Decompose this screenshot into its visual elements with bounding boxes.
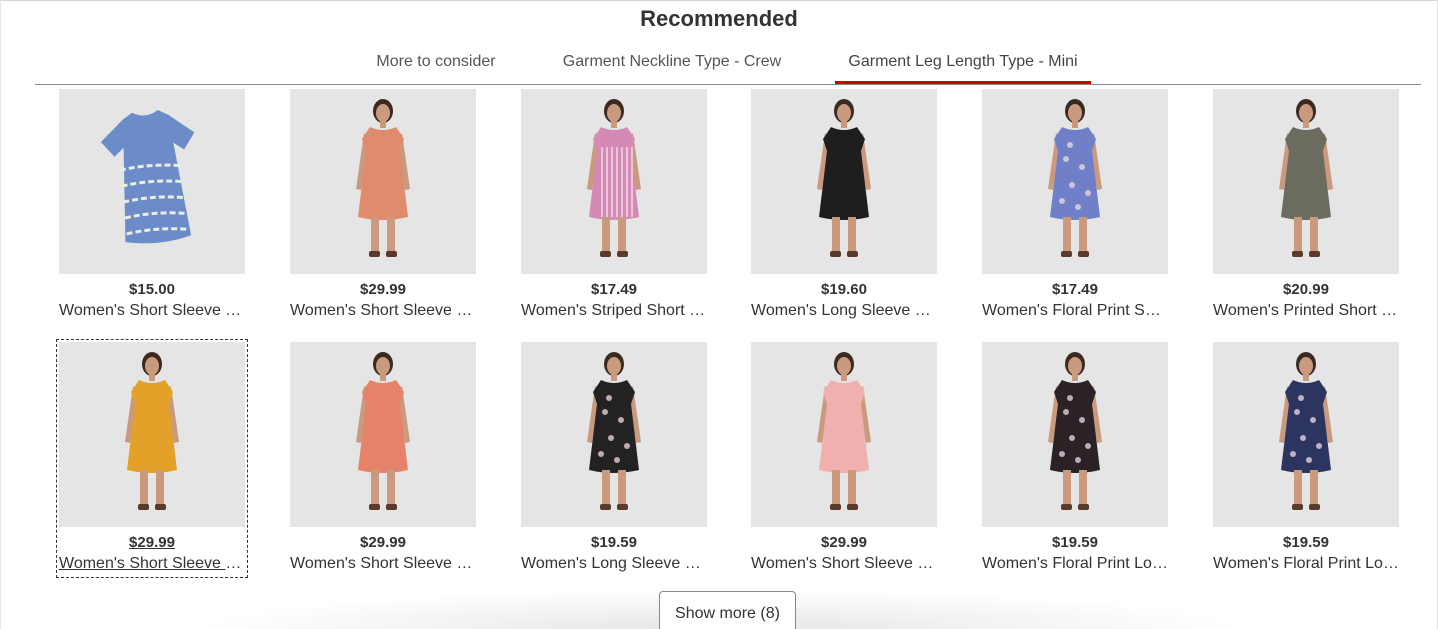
product-title-link[interactable]: Women's Short Sleeve Dress [290, 302, 476, 320]
model-figure [817, 352, 871, 510]
product-title-link[interactable]: Women's Long Sleeve Dress [521, 555, 707, 573]
product-price: $19.60 [821, 281, 867, 298]
product-card[interactable]: $19.59 Women's Long Sleeve Dress [521, 342, 707, 574]
tab-leg-length-mini[interactable]: Garment Leg Length Type - Mini [835, 46, 1091, 84]
model-figure [587, 99, 641, 257]
product-card[interactable]: $29.99 Women's Short Sleeve Dress [56, 339, 248, 578]
model-figure [1048, 352, 1102, 510]
model-figure [1048, 99, 1102, 257]
product-card[interactable]: $17.49 Women's Floral Print Short Sleeve … [982, 89, 1168, 321]
product-price: $17.49 [591, 281, 637, 298]
product-price: $29.99 [129, 534, 175, 551]
product-image[interactable] [290, 89, 476, 274]
product-card[interactable]: $19.60 Women's Long Sleeve Dress [751, 89, 937, 321]
product-title-link[interactable]: Women's Short Sleeve T-Shirt Dress [59, 302, 245, 320]
product-image[interactable] [751, 342, 937, 527]
model-figure [356, 352, 410, 510]
product-title-link[interactable]: Women's Striped Short Sleeve Dress [521, 302, 707, 320]
product-price: $17.49 [1052, 281, 1098, 298]
product-image[interactable] [59, 89, 245, 274]
product-card[interactable]: $15.00 Women's Short Sleeve T-Shirt Dress [59, 89, 245, 321]
model-figure [587, 352, 641, 510]
product-card[interactable]: $19.59 Women's Floral Print Long Sleeve D… [982, 342, 1168, 574]
product-card[interactable]: $29.99 Women's Short Sleeve Dress [290, 89, 476, 321]
model-figure [356, 99, 410, 257]
product-price: $29.99 [360, 534, 406, 551]
product-image[interactable] [59, 342, 245, 527]
product-title-link[interactable]: Women's Floral Print Short Sleeve Dress [982, 302, 1168, 320]
product-price: $15.00 [129, 281, 175, 298]
product-title-link[interactable]: Women's Short Sleeve Dress [59, 555, 245, 573]
product-price: $19.59 [591, 534, 637, 551]
model-figure [817, 99, 871, 257]
product-price: $29.99 [821, 534, 867, 551]
product-card[interactable]: $19.59 Women's Floral Print Long Sleeve D… [1213, 342, 1399, 574]
product-title-link[interactable]: Women's Floral Print Long Sleeve Dress [1213, 555, 1399, 573]
product-price: $20.99 [1283, 281, 1329, 298]
product-image[interactable] [1213, 89, 1399, 274]
product-price: $19.59 [1052, 534, 1098, 551]
product-card[interactable]: $20.99 Women's Printed Short Sleeve Dress [1213, 89, 1399, 321]
product-image[interactable] [982, 89, 1168, 274]
section-title: Recommended [640, 6, 798, 31]
product-title-link[interactable]: Women's Printed Short Sleeve Dress [1213, 302, 1399, 320]
product-image[interactable] [521, 342, 707, 527]
product-title-link[interactable]: Women's Long Sleeve Dress [751, 302, 937, 320]
product-title-link[interactable]: Women's Short Sleeve Dress [751, 555, 937, 573]
model-figure [1279, 352, 1333, 510]
show-more-button[interactable]: Show more (8) [659, 591, 796, 629]
product-image[interactable] [290, 342, 476, 527]
product-title-link[interactable]: Women's Floral Print Long Sleeve Dress [982, 555, 1168, 573]
product-price: $19.59 [1283, 534, 1329, 551]
tab-more-to-consider[interactable]: More to consider [365, 46, 507, 84]
recommendation-tabs: More to consider Garment Neckline Type -… [35, 46, 1421, 85]
product-image[interactable] [1213, 342, 1399, 527]
product-card[interactable]: $29.99 Women's Short Sleeve Dress [751, 342, 937, 574]
product-price: $29.99 [360, 281, 406, 298]
product-image[interactable] [751, 89, 937, 274]
model-figure [1279, 99, 1333, 257]
dress-flatlay [100, 110, 195, 244]
model-figure [125, 352, 179, 510]
tab-neckline-crew[interactable]: Garment Neckline Type - Crew [555, 46, 789, 84]
product-card[interactable]: $29.99 Women's Short Sleeve Dress [290, 342, 476, 574]
product-image[interactable] [521, 89, 707, 274]
recommended-carousel: Recommended More to consider Garment Nec… [0, 0, 1438, 629]
product-title-link[interactable]: Women's Short Sleeve Dress [290, 555, 476, 573]
product-card[interactable]: $17.49 Women's Striped Short Sleeve Dress [521, 89, 707, 321]
product-image[interactable] [982, 342, 1168, 527]
